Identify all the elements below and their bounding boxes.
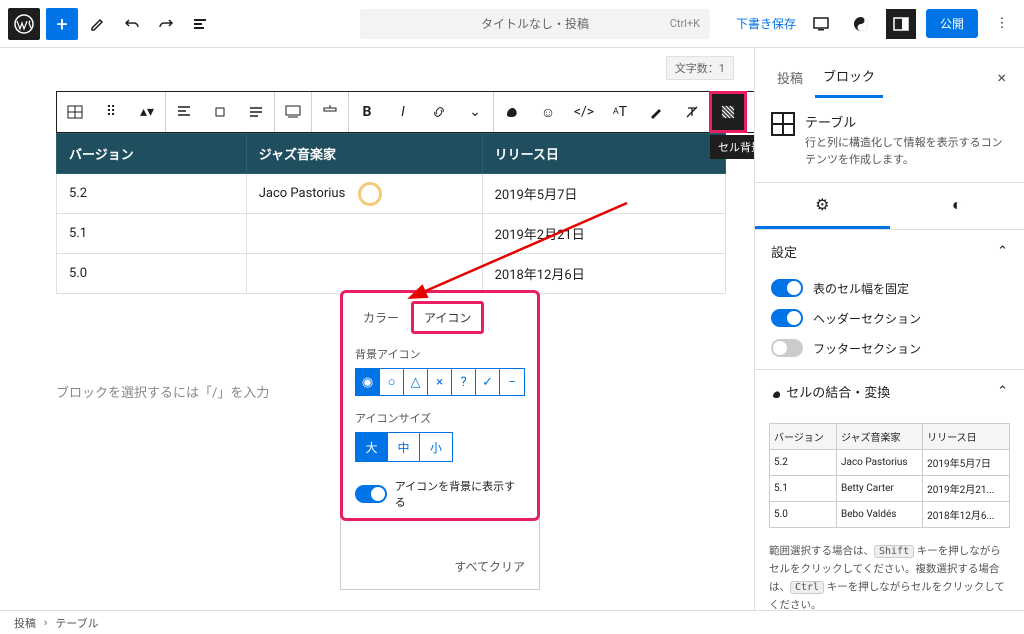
table-cell[interactable]: 5.1 xyxy=(57,214,247,254)
chevron-up-icon: ⌃ xyxy=(997,384,1008,399)
close-sidebar-icon[interactable]: × xyxy=(993,64,1010,91)
blob-icon[interactable] xyxy=(494,92,530,132)
content-table[interactable]: バージョン ジャズ音楽家 リリース日 5.2Jaco Pastorius2019… xyxy=(56,133,726,294)
italic-icon[interactable]: I xyxy=(385,92,421,132)
cursor-indicator xyxy=(358,182,382,206)
icon-picker: ◉ ○ △ × ? ✓ − xyxy=(355,368,525,396)
icon-option-check[interactable]: ✓ xyxy=(476,369,500,395)
breadcrumb-table[interactable]: テーブル xyxy=(55,615,98,631)
chevron-down-icon[interactable]: ⌄ xyxy=(457,92,493,132)
settings-sidebar: 投稿 ブロック × テーブル 行と列に構造化して情報を表示するコンテンツを作成し… xyxy=(754,48,1024,610)
redo-icon[interactable] xyxy=(152,10,180,38)
size-large[interactable]: 大 xyxy=(356,433,388,461)
text-align-icon[interactable] xyxy=(238,92,274,132)
icon-option-minus[interactable]: − xyxy=(500,369,524,395)
table-cell-icon[interactable] xyxy=(747,92,754,132)
clear-format-icon[interactable] xyxy=(674,92,710,132)
top-toolbar: + タイトルなし・投稿Ctrl+K 下書き保存 公開 ⋮ xyxy=(0,0,1024,48)
size-small[interactable]: 小 xyxy=(420,433,452,461)
table-header[interactable]: バージョン xyxy=(57,134,247,174)
table-block-icon[interactable] xyxy=(57,92,93,132)
table-header[interactable]: リリース日 xyxy=(482,134,725,174)
yin-yang-icon[interactable] xyxy=(846,9,876,39)
breadcrumb-post[interactable]: 投稿 xyxy=(14,615,36,631)
table-cell[interactable]: 2018年12月6日 xyxy=(482,254,725,294)
bold-icon[interactable]: B xyxy=(349,92,385,132)
show-bg-toggle[interactable] xyxy=(355,485,387,503)
shortcut-label: Ctrl+K xyxy=(670,17,700,30)
merge-help-text: 範囲選択する場合は、Shift キーを押しながらセルをクリックしてください。複数… xyxy=(755,538,1024,610)
editor-canvas: 文字数：1 ⠿▴▾ BI⌄ ☺</>ATセル背景 ⋮ バージョン ジャズ音楽家 … xyxy=(0,48,754,610)
block-placeholder[interactable]: ブロックを選択するには「/」を入力 xyxy=(56,382,269,401)
tab-icon[interactable]: アイコン xyxy=(411,301,484,334)
move-icon[interactable]: ▴▾ xyxy=(129,92,165,132)
color-icon[interactable] xyxy=(638,92,674,132)
add-block-button[interactable]: + xyxy=(46,8,78,40)
settings-tab-icon[interactable]: ⚙ xyxy=(755,183,890,229)
wordpress-logo[interactable] xyxy=(8,8,40,40)
icon-option-triangle[interactable]: △ xyxy=(404,369,428,395)
block-name: テーブル xyxy=(805,112,1008,131)
styles-tab-icon[interactable]: ◐ xyxy=(890,183,1024,229)
code-icon[interactable]: </> xyxy=(566,92,602,132)
icon-size-label: アイコンサイズ xyxy=(355,410,525,426)
clear-all-button[interactable]: すべてクリア xyxy=(440,550,539,585)
toolbar-tooltip: セル背景 xyxy=(710,135,754,159)
header-section-label: ヘッダーセクション xyxy=(813,310,921,327)
footer-section-label: フッターセクション xyxy=(813,340,921,357)
table-cell[interactable]: 5.2 xyxy=(57,174,247,214)
word-count: 文字数：1 xyxy=(666,56,734,80)
icon-option-filled-circle[interactable]: ◉ xyxy=(356,369,380,395)
table-cell[interactable] xyxy=(246,254,482,294)
header-section-toggle[interactable] xyxy=(771,309,803,327)
icon-option-circle[interactable]: ○ xyxy=(380,369,404,395)
align-left-icon[interactable] xyxy=(166,92,202,132)
tab-color[interactable]: カラー xyxy=(353,304,409,331)
table-edit-icon[interactable] xyxy=(312,92,348,132)
sidebar-toggle-icon[interactable] xyxy=(886,9,916,39)
breadcrumb-separator: › xyxy=(44,616,47,629)
show-bg-label: アイコンを背景に表示する xyxy=(395,478,525,510)
breadcrumb: 投稿 › テーブル xyxy=(0,610,1024,634)
caption-icon[interactable] xyxy=(275,92,311,132)
publish-button[interactable]: 公開 xyxy=(926,9,978,38)
tab-post[interactable]: 投稿 xyxy=(769,58,811,97)
icon-option-cross[interactable]: × xyxy=(428,369,452,395)
footer-section-toggle[interactable] xyxy=(771,339,803,357)
undo-icon[interactable] xyxy=(118,10,146,38)
block-description: 行と列に構造化して情報を表示するコンテンツを作成します。 xyxy=(805,135,1008,168)
fixed-width-label: 表のセル幅を固定 xyxy=(813,280,909,297)
align-icon[interactable] xyxy=(202,92,238,132)
save-draft-link[interactable]: 下書き保存 xyxy=(736,15,796,32)
icon-option-question[interactable]: ? xyxy=(452,369,476,395)
link-icon[interactable] xyxy=(421,92,457,132)
more-menu-icon[interactable]: ⋮ xyxy=(988,10,1016,38)
chevron-up-icon: ⌃ xyxy=(997,244,1008,259)
post-title-input[interactable]: タイトルなし・投稿Ctrl+K xyxy=(360,9,710,39)
cell-background-popover: カラー アイコン 背景アイコン ◉ ○ △ × ? ✓ − アイコンサイズ 大 xyxy=(340,290,540,521)
edit-icon[interactable] xyxy=(84,10,112,38)
block-toolbar: ⠿▴▾ BI⌄ ☺</>ATセル背景 ⋮ xyxy=(56,91,754,133)
size-medium[interactable]: 中 xyxy=(388,433,420,461)
table-cell[interactable]: Jaco Pastorius xyxy=(246,174,482,214)
table-block-type-icon xyxy=(771,112,795,136)
tab-block[interactable]: ブロック xyxy=(815,56,883,98)
details-icon[interactable] xyxy=(186,10,214,38)
cell-background-button[interactable]: セル背景 xyxy=(710,92,746,132)
merge-section-header[interactable]: セルの結合・変換⌃ xyxy=(755,370,1024,413)
bg-icon-label: 背景アイコン xyxy=(355,346,525,362)
settings-section-header[interactable]: 設定⌃ xyxy=(755,230,1024,273)
table-cell[interactable] xyxy=(246,214,482,254)
table-cell[interactable]: 2019年2月21日 xyxy=(482,214,725,254)
table-header[interactable]: ジャズ音楽家 xyxy=(246,134,482,174)
table-cell[interactable]: 5.0 xyxy=(57,254,247,294)
drag-handle-icon[interactable]: ⠿ xyxy=(93,92,129,132)
fixed-width-toggle[interactable] xyxy=(771,279,803,297)
size-picker: 大 中 小 xyxy=(355,432,453,462)
table-cell[interactable]: 2019年5月7日 xyxy=(482,174,725,214)
mini-preview-table: バージョンジャズ音楽家リリース日 5.2Jaco Pastorius2019年5… xyxy=(769,423,1010,528)
preview-icon[interactable] xyxy=(806,9,836,39)
font-size-icon[interactable]: AT xyxy=(602,92,638,132)
emoji-icon[interactable]: ☺ xyxy=(530,92,566,132)
